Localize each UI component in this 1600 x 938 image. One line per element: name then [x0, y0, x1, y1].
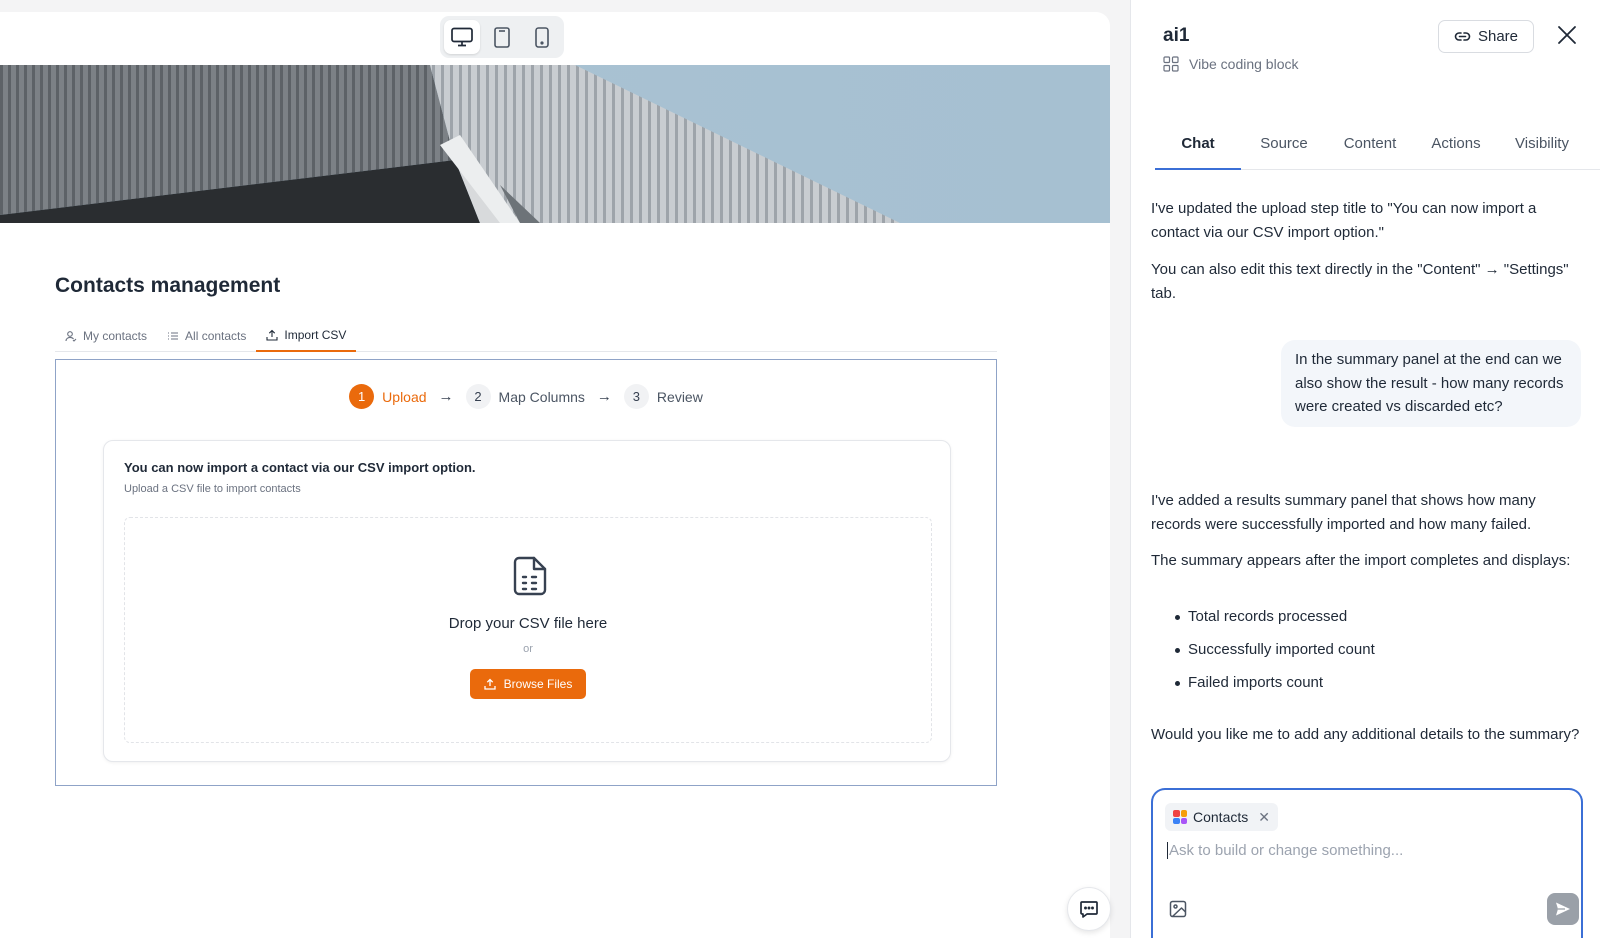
image-icon — [1169, 900, 1187, 918]
arrow-right-icon: → — [438, 388, 454, 405]
panel-title: ai1 — [1163, 25, 1190, 46]
user-icon — [65, 331, 77, 342]
assistant-message: Would you like me to add any additional … — [1151, 726, 1580, 743]
close-button[interactable] — [1554, 22, 1580, 48]
list-item: Failed imports count — [1151, 671, 1581, 704]
tab-actions[interactable]: Actions — [1413, 128, 1499, 170]
page-title: Contacts management — [55, 274, 281, 297]
link-icon — [1454, 32, 1471, 41]
step-number: 1 — [349, 384, 375, 409]
preview-canvas: Contacts management My contacts All cont… — [0, 12, 1110, 938]
panel-subtitle-text: Vibe coding block — [1189, 56, 1299, 72]
upload-card: You can now import a contact via our CSV… — [103, 440, 951, 762]
browse-files-label: Browse Files — [503, 677, 573, 691]
tab-label: Import CSV — [284, 328, 347, 342]
upload-card-subtitle: Upload a CSV file to import contacts — [124, 483, 301, 495]
step-map-columns: 2 Map Columns — [465, 384, 585, 409]
panel-subtitle: Vibe coding block — [1163, 56, 1298, 72]
mobile-view-button[interactable] — [524, 20, 560, 54]
device-toggle — [440, 16, 564, 58]
step-review: 3 Review — [623, 384, 703, 409]
message-square-icon — [1080, 901, 1098, 918]
step-label: Upload — [382, 388, 427, 405]
send-button[interactable] — [1547, 893, 1579, 925]
list-item: Successfully imported count — [1151, 638, 1581, 671]
chat-toggle-button[interactable] — [1067, 887, 1111, 931]
chat-input[interactable] — [1167, 842, 1567, 859]
upload-card-title: You can now import a contact via our CSV… — [124, 460, 476, 475]
grid-icon — [1163, 56, 1179, 72]
tab-label: My contacts — [83, 329, 148, 343]
send-icon — [1556, 902, 1570, 916]
tablet-view-button[interactable] — [484, 20, 520, 54]
phone-icon — [535, 26, 549, 48]
or-text: or — [523, 643, 533, 655]
context-chip-label: Contacts — [1193, 809, 1249, 825]
close-icon — [1558, 26, 1576, 44]
user-message: In the summary panel at the end can we a… — [1281, 340, 1581, 427]
tab-content[interactable]: Content — [1327, 128, 1413, 170]
summary-bullet-list: Total records processed Successfully imp… — [1151, 605, 1581, 704]
context-chip[interactable]: Contacts ✕ — [1165, 803, 1278, 831]
contacts-app-icon — [1173, 810, 1187, 824]
assistant-message: You can also edit this text directly in … — [1151, 261, 1569, 302]
tab-import-csv[interactable]: Import CSV — [256, 320, 357, 352]
assistant-message: The summary appears after the import com… — [1151, 552, 1571, 569]
tablet-icon — [494, 26, 510, 48]
panel-tabs: Chat Source Content Actions Visibility — [1155, 128, 1600, 170]
chat-composer: Contacts ✕ — [1151, 788, 1583, 938]
hero-image — [0, 65, 1110, 223]
attach-image-button[interactable] — [1169, 900, 1189, 920]
file-spreadsheet-icon — [513, 556, 547, 596]
browse-files-button[interactable]: Browse Files — [470, 669, 586, 699]
share-label: Share — [1477, 28, 1519, 45]
contacts-tabs: My contacts All contacts Import CSV — [55, 320, 997, 352]
step-number: 2 — [465, 384, 491, 409]
step-upload: 1 Upload — [349, 384, 427, 409]
arrow-right-icon: → — [596, 388, 612, 405]
tab-chat[interactable]: Chat — [1155, 128, 1241, 170]
import-stepper: 1 Upload → 2 Map Columns → 3 Review — [56, 384, 996, 409]
import-section: 1 Upload → 2 Map Columns → 3 Review You … — [55, 359, 997, 786]
tab-all-contacts[interactable]: All contacts — [157, 320, 256, 352]
share-button[interactable]: Share — [1438, 20, 1534, 53]
upload-icon — [266, 329, 278, 341]
ai-block-panel: ai1 Vibe coding block Share Chat Source … — [1130, 0, 1600, 938]
preview-area: Contacts management My contacts All cont… — [0, 0, 1130, 938]
list-item: Total records processed — [1151, 605, 1581, 638]
monitor-icon — [451, 27, 473, 47]
tab-source[interactable]: Source — [1241, 128, 1327, 170]
upload-icon — [484, 678, 496, 690]
tab-my-contacts[interactable]: My contacts — [55, 320, 157, 352]
step-number: 3 — [623, 384, 649, 409]
desktop-view-button[interactable] — [444, 20, 480, 54]
csv-dropzone[interactable]: Drop your CSV file here or Browse Files — [124, 517, 932, 743]
remove-chip-icon[interactable]: ✕ — [1258, 809, 1270, 826]
step-label: Review — [656, 388, 703, 405]
assistant-message: I've added a results summary panel that … — [1151, 492, 1536, 533]
drop-text: Drop your CSV file here — [448, 615, 608, 632]
step-label: Map Columns — [498, 388, 585, 405]
tab-label: All contacts — [185, 329, 247, 343]
tab-visibility[interactable]: Visibility — [1499, 128, 1585, 170]
list-icon — [168, 332, 179, 340]
assistant-message: I've updated the upload step title to "Y… — [1151, 200, 1537, 241]
